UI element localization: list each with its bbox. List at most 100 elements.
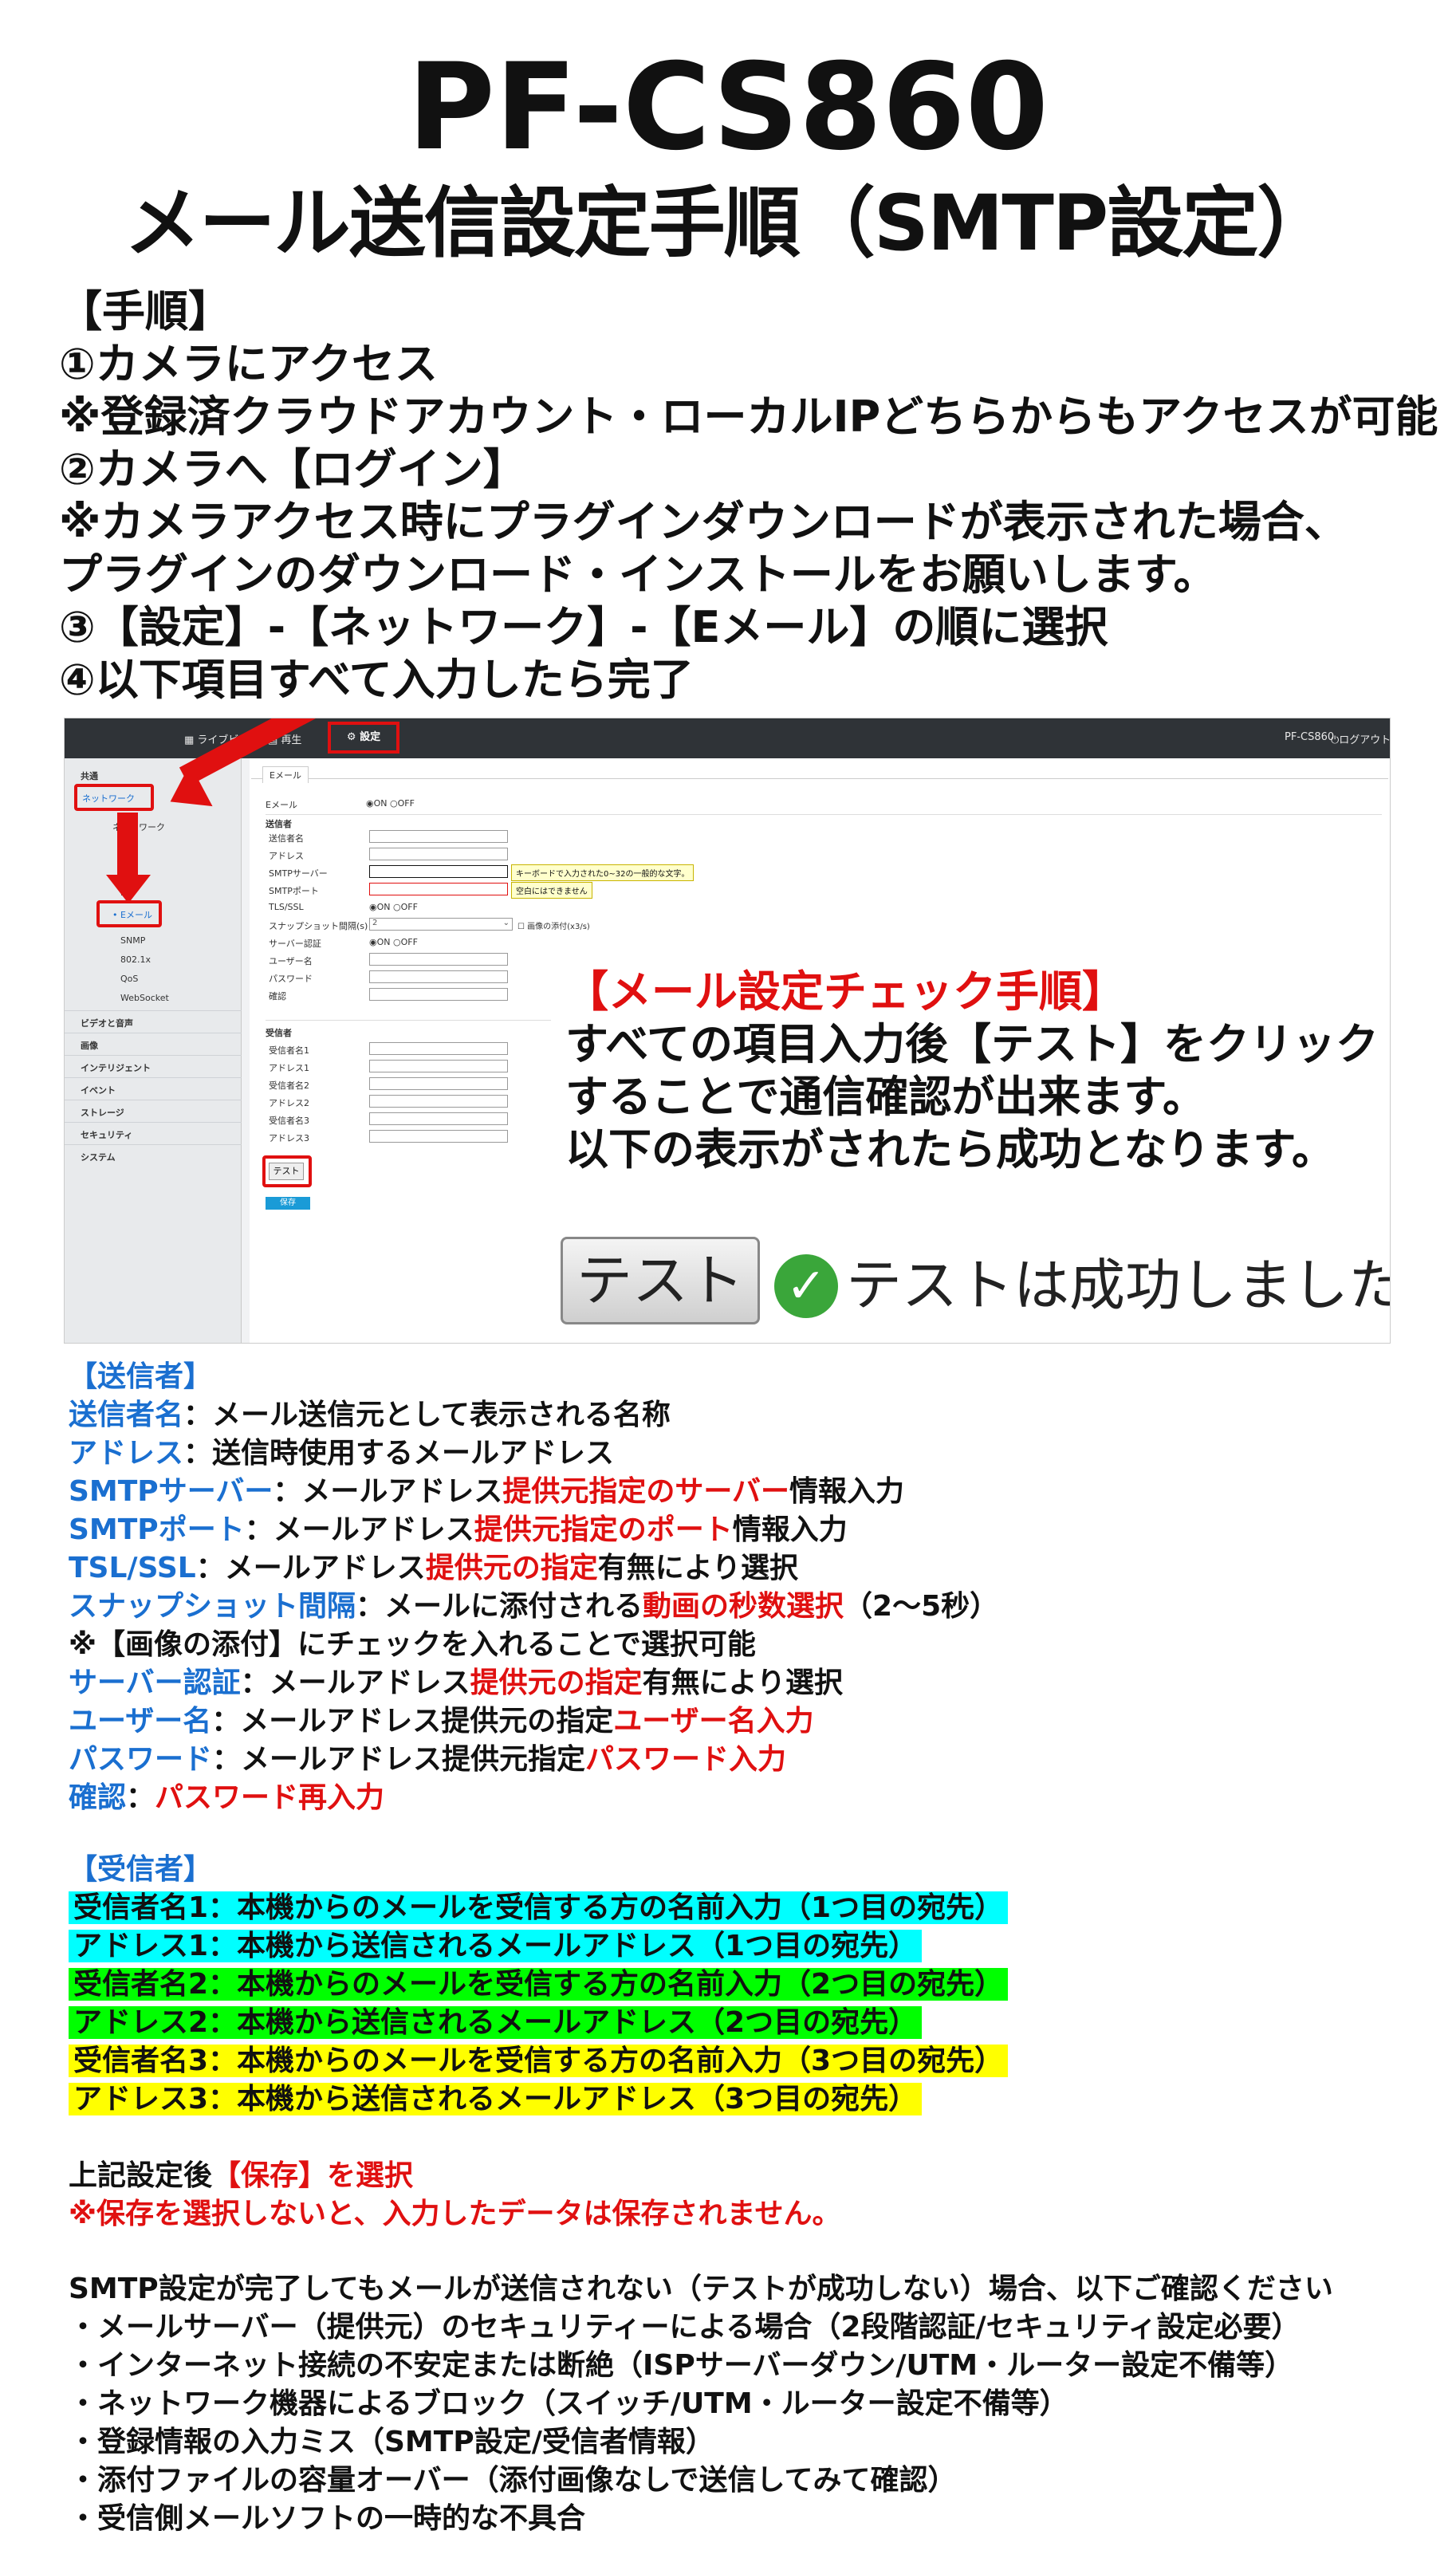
sender-name-input[interactable] [369,830,508,843]
settings-sidebar: 共通 ネットワーク ネットワーク ト P2P • Eメール SNMP 802.1… [65,758,242,1343]
receiver-row: 受信者名2：本機からのメールを受信する方の名前入力（2つ目の宛先） [69,1966,1009,2003]
troubleshoot-heading: SMTP設定が完了してもメールが送信されない（テストが成功しない）場合、以下ご確… [69,2273,1333,2305]
receiver-name-2-input[interactable] [369,1077,508,1090]
logout-link[interactable]: ⏻ログアウト [1331,731,1390,746]
check-procedure-panel: 【メール設定チェック手順】 すべての項目入力後【テスト】をクリック することで通… [551,962,1390,1202]
check-panel-line-3: 以下の表示がされたら成功となります。 [565,1124,1335,1175]
username-input[interactable] [369,953,508,966]
step-2-note-cont: プラグインのダウンロード・インストールをお願いします。 [59,549,1217,600]
smtp-server-input[interactable] [369,865,508,878]
sidebar-common: 共通 [81,771,98,781]
sender-section-heading: 【送信者】 [69,1360,213,1393]
sender-row-tls-ssl: TSL/SSL：メールアドレス提供元の指定有無により選択 [69,1552,799,1584]
sidebar-event[interactable]: イベント [81,1084,116,1096]
receiver-row: アドレス1：本機から送信されるメールアドレス（1つ目の宛先） [69,1928,923,1965]
receiver-name-1-label: 受信者名1 [269,1045,309,1056]
test-button-zoomed[interactable]: テスト [561,1237,760,1324]
receiver-address-1-label: アドレス1 [269,1063,309,1073]
sidebar-sub-8021x[interactable]: 802.1x [120,954,151,965]
step-1-note: ※登録済クラウドアカウント・ローカルIPどちらからもアクセスが可能 [59,392,1438,442]
receiver-section-heading: 【受信者】 [69,1853,213,1886]
receiver-row: アドレス3：本機から送信されるメールアドレス（3つ目の宛先） [69,2081,923,2118]
confirm-input[interactable] [369,988,508,1001]
sidebar-sub-qos[interactable]: QoS [120,974,138,984]
receiver-address-2-input[interactable] [369,1095,508,1108]
smtp-port-tooltip: 空白にはできません [511,882,592,899]
sender-name-label: 送信者名 [269,833,304,844]
receiver-heading: 受信者 [266,1028,292,1038]
sidebar-storage[interactable]: ストレージ [81,1106,124,1119]
sender-row-username: ユーザー名：メールアドレス提供元の指定ユーザー名入力 [69,1705,814,1738]
receiver-address-3-label: アドレス3 [269,1133,309,1143]
username-label: ユーザー名 [269,956,313,966]
sidebar-intelligent[interactable]: インテリジェント [81,1061,151,1074]
password-input[interactable] [369,970,508,983]
receiver-row: アドレス2：本機から送信されるメールアドレス（2つ目の宛先） [69,2005,923,2041]
troubleshoot-item: ・受信側メールソフトの一時的な不具合 [69,2502,586,2535]
troubleshoot-item: ・ネットワーク機器によるブロック（スイッチ/UTM・ルーター設定不備等） [69,2387,1068,2420]
model-name: PF-CS860 [1285,731,1335,743]
tab-bar [251,763,1388,779]
tls-ssl-label: TLS/SSL [269,902,304,912]
sender-row-snapshot: スナップショット間隔：メールに添付される動画の秒数選択（2～5秒） [69,1590,999,1623]
sender-row-server-auth: サーバー認証：メールアドレス提供元の指定有無により選択 [69,1667,843,1699]
snapshot-interval-select[interactable]: 2 ⌄ [369,918,513,931]
smtp-port-label: SMTPポート [269,886,319,896]
troubleshoot-item: ・添付ファイルの容量オーバー（添付画像なしで送信してみて確認） [69,2464,957,2497]
sender-row-name: 送信者名：メール送信元として表示される名称 [69,1399,671,1431]
step-3: ③【設定】-【ネットワーク】-【Eメール】の順に選択 [59,602,1108,652]
smtp-server-label: SMTPサーバー [269,868,328,879]
sidebar-system[interactable]: システム [81,1151,116,1163]
troubleshoot-item: ・登録情報の入力ミス（SMTP設定/受信者情報） [69,2426,714,2458]
receiver-name-1-input[interactable] [369,1042,508,1055]
smtp-server-tooltip: キーボードで入力された0~32の一般的な文字。 [511,864,695,881]
sender-address-label: アドレス [269,851,304,861]
troubleshoot-item: ・メールサーバー（提供元）のセキュリティーによる場合（2段階認証/セキュリティ設… [69,2311,1301,2344]
email-toggle[interactable]: ◉ON ○OFF [366,798,415,809]
sidebar-image[interactable]: 画像 [81,1039,98,1052]
receiver-address-1-input[interactable] [369,1060,508,1072]
sidebar-sub-email[interactable]: • Eメール [112,908,152,921]
smtp-port-input[interactable] [369,883,508,895]
troubleshoot-item: ・インターネット接続の不安定または断絶（ISPサーバーダウン/UTM・ルーター設… [69,2349,1294,2382]
check-panel-line-2: することで通信確認が出来ます。 [565,1072,1206,1122]
sidebar-sub-snmp[interactable]: SNMP [120,935,145,946]
save-button[interactable]: 保存 [266,1197,310,1210]
sender-row-smtp-port: SMTPポート：メールアドレス提供元指定のポート情報入力 [69,1513,848,1546]
save-warning: ※保存を選択しないと、入力したデータは保存されません。 [69,2198,841,2230]
receiver-row: 受信者名3：本機からのメールを受信する方の名前入力（3つ目の宛先） [69,2043,1009,2080]
step-1: ①カメラにアクセス [59,339,439,389]
sender-address-input[interactable] [369,848,508,860]
sidebar-network[interactable]: ネットワーク [82,792,135,805]
sender-row-address: アドレス：送信時使用するメールアドレス [69,1437,615,1470]
sidebar-security[interactable]: セキュリティ [81,1128,132,1141]
arrow-down-email [117,813,138,884]
sidebar-video-audio[interactable]: ビデオと音声 [81,1017,133,1029]
tab-email[interactable]: Eメール [262,766,309,783]
email-label: Eメール [266,800,297,810]
receiver-name-2-label: 受信者名2 [269,1080,309,1091]
sidebar-sub-websocket[interactable]: WebSocket [120,993,169,1003]
receiver-name-3-input[interactable] [369,1112,508,1125]
attach-image-checkbox[interactable]: ☐ 画像の添付(x3/s) [517,919,590,931]
server-auth-label: サーバー認証 [269,939,321,949]
check-circle-icon: ✓ [774,1254,838,1318]
password-label: パスワード [269,974,313,984]
page-subtitle: メール送信設定手順（SMTP設定） [124,179,1334,268]
sender-heading: 送信者 [266,819,292,829]
tls-ssl-toggle[interactable]: ◉ON ○OFF [369,902,418,912]
receiver-address-2-label: アドレス2 [269,1098,309,1108]
snapshot-interval-label: スナップショット間隔(s) [269,921,368,931]
steps-heading: 【手順】 [59,286,231,336]
nav-settings[interactable]: ⚙ 設定 [328,722,399,754]
server-auth-toggle[interactable]: ◉ON ○OFF [369,937,418,947]
check-panel-title: 【メール設定チェック手順】 [565,966,1125,1017]
arrow-head-email [106,875,151,903]
receiver-address-3-input[interactable] [369,1130,508,1143]
sender-row-snapshot-note: ※【画像の添付】にチェックを入れることで選択可能 [69,1628,756,1661]
sender-row-password: パスワード：メールアドレス提供元指定パスワード入力 [69,1743,787,1776]
test-button[interactable]: テスト [269,1163,304,1180]
save-instruction: 上記設定後【保存】を選択 [69,2159,414,2192]
step-4: ④以下項目すべて入力したら完了 [59,655,694,705]
step-2: ②カメラへ【ログイン】 [59,444,526,494]
